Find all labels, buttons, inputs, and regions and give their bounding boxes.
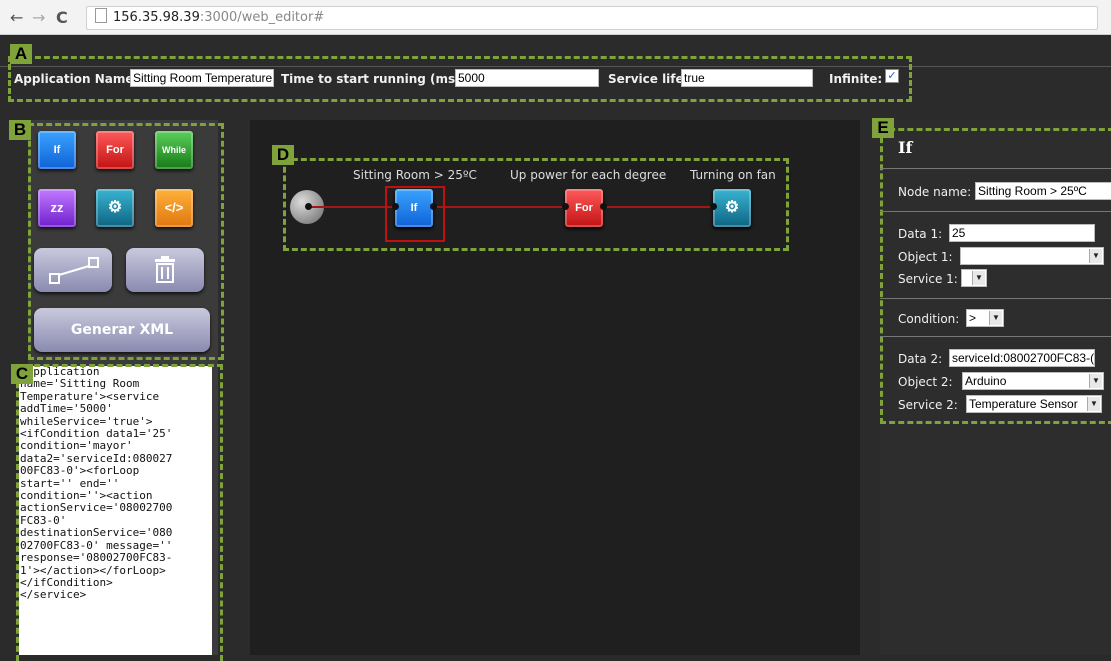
connection-port[interactable] [430,203,437,210]
address-path: :3000/web_editor# [199,10,325,25]
annotation-letter-c: C [11,364,33,384]
browser-toolbar: ← → C 156.35.98.39:3000/web_editor# [0,0,1111,35]
flow-node-service[interactable]: ⚙ [713,189,751,227]
data1-input[interactable]: 25 [949,224,1095,242]
annotation-letter-b: B [9,120,31,140]
service-block-button[interactable]: ⚙ [96,189,134,227]
while-block-button[interactable]: While [155,131,193,169]
properties-divider [880,168,1111,169]
sleep-block-button[interactable]: zz [38,189,76,227]
start-time-input[interactable]: 5000 [455,69,599,87]
service-life-label: Service life: [608,72,689,86]
service1-label: Service 1: [898,272,958,286]
code-block-button[interactable]: </> [155,189,193,227]
address-host: 156.35.98.39 [113,10,200,25]
back-arrow-icon[interactable]: ← [10,8,23,27]
chevron-down-icon: ▼ [1089,374,1102,388]
connection-wire [432,206,572,208]
chevron-down-icon: ▼ [1089,249,1102,263]
node-label-if: Sitting Room > 25ºC [353,168,477,182]
connection-wire [604,206,718,208]
service2-select[interactable]: Temperature Sensor ▼ [966,395,1102,413]
connection-port[interactable] [392,203,399,210]
start-time-label: Time to start running (ms): [281,72,466,86]
chevron-down-icon: ▼ [989,311,1002,325]
properties-divider [880,211,1111,212]
application-name-input[interactable]: Sitting Room Temperature [130,69,274,87]
object2-select[interactable]: Arduino ▼ [962,372,1104,390]
properties-divider [880,336,1111,337]
connection-port[interactable] [600,203,607,210]
condition-select[interactable]: > ▼ [966,309,1004,327]
delete-tool-button[interactable] [126,248,204,292]
annotation-letter-d: D [272,145,294,165]
service-life-input[interactable]: true [681,69,813,87]
condition-label: Condition: [898,312,960,326]
connection-port[interactable] [305,203,312,210]
chevron-down-icon: ▼ [972,271,985,285]
infinite-label: Infinite: [829,72,883,86]
data2-input[interactable]: serviceId:08002700FC83-( [949,349,1095,367]
connection-port[interactable] [562,203,569,210]
condition-value: > [969,311,977,325]
for-block-button[interactable]: For [96,131,134,169]
connection-port[interactable] [710,203,717,210]
trash-icon [155,256,175,283]
generate-xml-button[interactable]: Generar XML [34,308,210,352]
flow-node-for[interactable]: For [565,189,603,227]
if-block-button[interactable]: If [38,131,76,169]
object1-select[interactable]: ▼ [960,247,1104,265]
connect-tool-button[interactable] [34,248,112,292]
reload-icon[interactable]: C [56,8,68,27]
service2-value: Temperature Sensor [969,397,1078,411]
annotation-letter-e: E [872,118,894,138]
node-label-service: Turning on fan [690,168,776,182]
service2-label: Service 2: [898,398,958,412]
annotation-box-c [16,364,223,661]
object2-value: Arduino [965,374,1007,388]
annotation-letter-a: A [10,44,32,64]
connector-icon [49,257,99,284]
data2-label: Data 2: [898,352,943,366]
properties-divider [880,298,1111,299]
object2-label: Object 2: [898,375,953,389]
data1-label: Data 1: [898,227,943,241]
node-name-label: Node name: [898,185,972,199]
node-label-for: Up power for each degree [510,168,667,182]
chevron-down-icon: ▼ [1087,397,1100,411]
infinite-checkbox[interactable]: ✓ [885,69,899,83]
page-icon [95,8,107,23]
properties-title: If [898,138,913,157]
object1-label: Object 1: [898,250,953,264]
service1-select[interactable]: ▼ [961,269,987,287]
forward-arrow-icon[interactable]: → [32,8,45,27]
address-bar[interactable]: 156.35.98.39:3000/web_editor# [86,6,1098,30]
application-name-label: Application Name: [14,72,139,86]
flow-node-if[interactable]: If [395,189,433,227]
node-name-input[interactable]: Sitting Room > 25ºC [975,182,1111,200]
